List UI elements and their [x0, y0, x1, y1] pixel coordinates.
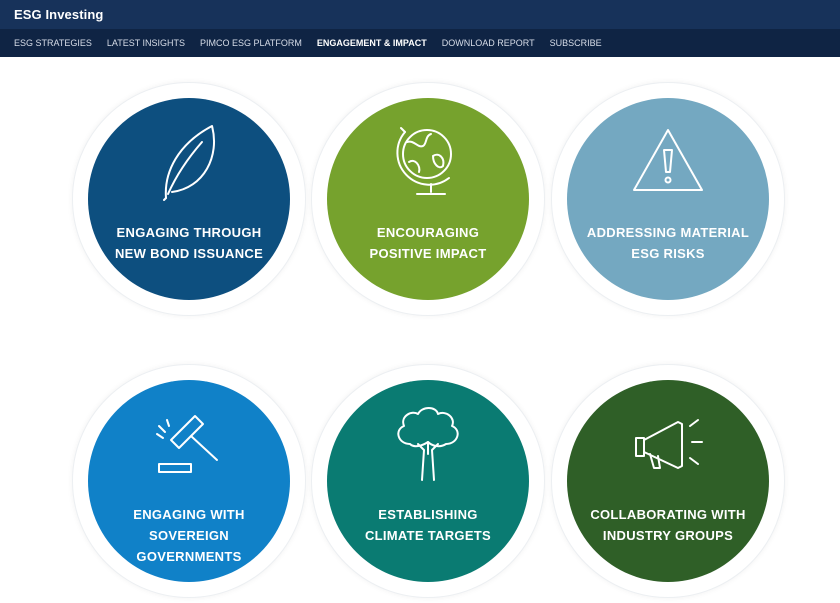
tile-disc: COLLABORATING WITH INDUSTRY GROUPS	[567, 380, 769, 582]
tile-label-line: NEW BOND ISSUANCE	[114, 246, 264, 261]
tile-label: COLLABORATING WITH INDUSTRY GROUPS	[583, 504, 753, 546]
tile-label-line: POSITIVE IMPACT	[369, 246, 487, 261]
tile-label-line: GOVERNMENTS	[136, 549, 242, 564]
tile-label-line: INDUSTRY GROUPS	[602, 528, 734, 543]
tile-label: ESTABLISHING CLIMATE TARGETS	[343, 504, 513, 546]
megaphone-icon	[628, 404, 708, 482]
tile-disc: ESTABLISHING CLIMATE TARGETS	[327, 380, 529, 582]
tile-label-line: ESTABLISHING	[378, 507, 478, 522]
tile-disc: ADDRESSING MATERIAL ESG RISKS	[567, 98, 769, 300]
warning-icon	[630, 122, 706, 200]
tile-disc: ENGAGING WITH SOVEREIGN GOVERNMENTS	[88, 380, 290, 582]
engagement-tiles-grid: ENGAGING THROUGH NEW BOND ISSUANCE ENCOU…	[0, 57, 840, 603]
tile-label: ADDRESSING MATERIAL ESG RISKS	[583, 222, 753, 264]
nav-item-engagement-impact[interactable]: ENGAGEMENT & IMPACT	[317, 38, 427, 48]
tile-new-bond-issuance[interactable]: ENGAGING THROUGH NEW BOND ISSUANCE	[72, 82, 306, 316]
nav-item-pimco-esg-platform[interactable]: PIMCO ESG PLATFORM	[200, 38, 302, 48]
tile-label-line: ENCOURAGING	[376, 225, 480, 240]
nav-item-latest-insights[interactable]: LATEST INSIGHTS	[107, 38, 185, 48]
tile-sovereign-governments[interactable]: ENGAGING WITH SOVEREIGN GOVERNMENTS	[72, 364, 306, 598]
tile-label-line: ADDRESSING MATERIAL	[586, 225, 750, 240]
tile-label-line: ESG RISKS	[631, 246, 705, 261]
leaf-icon	[154, 122, 224, 201]
gavel-icon	[151, 404, 227, 482]
top-bar: ESG Investing	[0, 0, 840, 29]
tile-label: ENGAGING THROUGH NEW BOND ISSUANCE	[104, 222, 274, 264]
tile-disc: ENCOURAGING POSITIVE IMPACT	[327, 98, 529, 300]
tree-icon	[388, 404, 468, 482]
tile-label-line: SOVEREIGN	[149, 528, 229, 543]
tile-disc: ENGAGING THROUGH NEW BOND ISSUANCE	[88, 98, 290, 300]
tile-label: ENCOURAGING POSITIVE IMPACT	[343, 222, 513, 264]
tile-label-line: COLLABORATING WITH	[590, 507, 746, 522]
nav-item-download-report[interactable]: DOWNLOAD REPORT	[442, 38, 535, 48]
tile-material-esg-risks[interactable]: ADDRESSING MATERIAL ESG RISKS	[551, 82, 785, 316]
globe-icon	[393, 122, 463, 200]
tile-label: ENGAGING WITH SOVEREIGN GOVERNMENTS	[104, 504, 274, 567]
main-navigation: ESG STRATEGIES LATEST INSIGHTS PIMCO ESG…	[0, 29, 840, 57]
tile-industry-groups[interactable]: COLLABORATING WITH INDUSTRY GROUPS	[551, 364, 785, 598]
site-title[interactable]: ESG Investing	[14, 7, 103, 22]
tile-label-line: ENGAGING THROUGH	[116, 225, 262, 240]
tile-label-line: ENGAGING WITH	[133, 507, 245, 522]
tile-climate-targets[interactable]: ESTABLISHING CLIMATE TARGETS	[311, 364, 545, 598]
tile-positive-impact[interactable]: ENCOURAGING POSITIVE IMPACT	[311, 82, 545, 316]
tile-label-line: CLIMATE TARGETS	[364, 528, 492, 543]
nav-item-esg-strategies[interactable]: ESG STRATEGIES	[14, 38, 92, 48]
nav-item-subscribe[interactable]: SUBSCRIBE	[550, 38, 602, 48]
